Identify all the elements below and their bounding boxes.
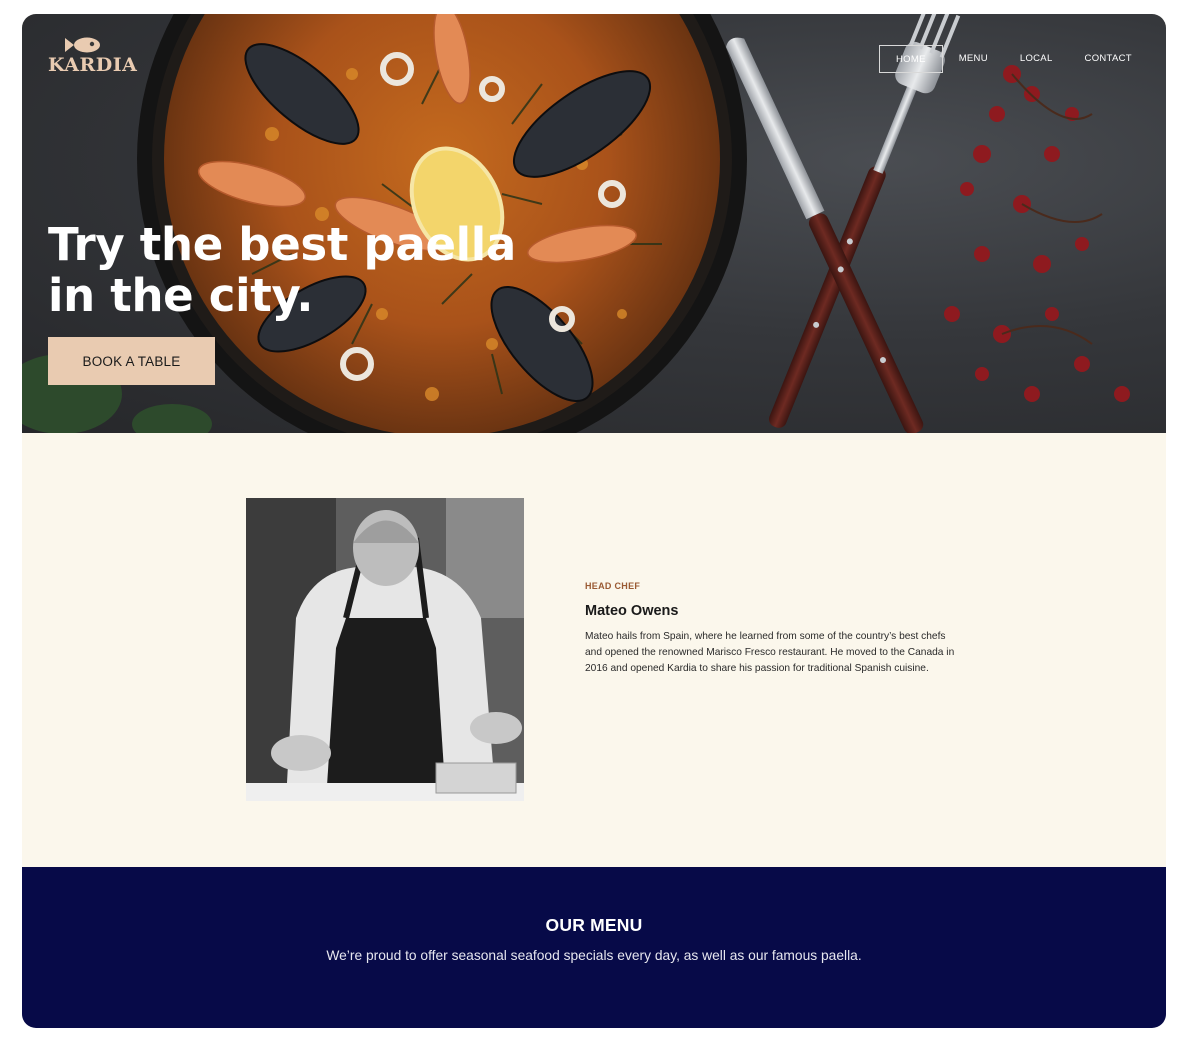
menu-section: OUR MENU We’re proud to offer seasonal s… [22,867,1166,1028]
hero-section: KARDIA HOME MENU LOCAL CONTACT Try the b… [22,14,1166,433]
chef-photo [246,498,524,801]
chef-info: HEAD CHEF Mateo Owens Mateo hails from S… [585,581,965,678]
fish-icon [65,37,100,53]
book-a-table-button[interactable]: BOOK A TABLE [48,337,215,385]
hero-title-line-2: in the city. [48,269,314,322]
hero-title-line-1: Try the best paella [48,218,516,271]
nav-item-local[interactable]: LOCAL [1004,45,1069,73]
brand-logo[interactable]: KARDIA [48,36,138,84]
hero-title: Try the best paella in the city. [48,219,568,321]
brand-name: KARDIA [48,54,138,76]
menu-description: We’re proud to offer seasonal seafood sp… [326,948,862,963]
main-nav: HOME MENU LOCAL CONTACT [879,45,1148,73]
page-frame: KARDIA HOME MENU LOCAL CONTACT Try the b… [22,14,1166,1028]
chef-photo-image [246,498,524,801]
chef-role: HEAD CHEF [585,581,641,591]
nav-item-contact[interactable]: CONTACT [1069,45,1148,73]
nav-item-home[interactable]: HOME [879,45,943,73]
menu-title: OUR MENU [545,915,643,935]
chef-name: Mateo Owens [585,603,679,619]
nav-item-menu[interactable]: MENU [943,45,1004,73]
chef-bio: Mateo hails from Spain, where he learned… [585,631,955,675]
chef-section: HEAD CHEF Mateo Owens Mateo hails from S… [22,433,1166,867]
